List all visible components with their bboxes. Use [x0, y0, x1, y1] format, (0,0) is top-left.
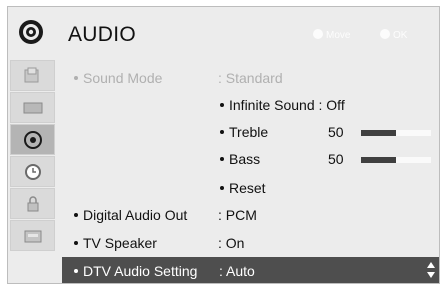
- menu-row-infinite-sound[interactable]: Infinite Sound : Off: [60, 93, 438, 115]
- sidebar-item-options[interactable]: [10, 220, 55, 251]
- bullet: [220, 130, 224, 134]
- bass-slider[interactable]: [361, 157, 431, 163]
- ok-hint-label: OK: [393, 30, 408, 41]
- digital-audio-out-value: : PCM: [218, 207, 257, 223]
- treble-value: 50: [328, 124, 344, 140]
- time-icon: [25, 164, 41, 180]
- sidebar-item-picture[interactable]: [10, 60, 55, 91]
- audio-icon: [24, 131, 42, 149]
- bullet: [74, 241, 78, 245]
- bullet: [74, 269, 78, 273]
- move-hint-label: Move: [326, 30, 351, 41]
- digital-audio-out-label-wrap: Digital Audio Out: [74, 207, 187, 223]
- infinite-sound-label: Infinite Sound : Off: [229, 97, 345, 113]
- sidebar-item-screen[interactable]: [10, 92, 55, 123]
- navigate-icon: [313, 29, 323, 39]
- bass-slider-fill: [361, 157, 396, 163]
- reset-label: Reset: [229, 180, 266, 196]
- sound-mode-value: : Standard: [218, 70, 283, 86]
- bullet: [220, 186, 224, 190]
- treble-label: Treble: [229, 124, 269, 140]
- menu-row-reset[interactable]: Reset: [60, 176, 438, 198]
- bullet: [220, 157, 224, 161]
- picture-icon: [24, 67, 39, 83]
- treble-label-wrap: Treble: [220, 124, 268, 140]
- bass-label: Bass: [229, 151, 261, 167]
- menu-row-treble[interactable]: Treble 50: [60, 120, 438, 142]
- settings-panel: AUDIO Move OK Sound Mode : Standard Infi…: [7, 6, 440, 284]
- sidebar-item-lock[interactable]: [10, 188, 55, 219]
- sound-mode-label-wrap: Sound Mode: [74, 70, 162, 86]
- header: AUDIO Move OK: [8, 7, 439, 55]
- screen-icon: [23, 102, 43, 114]
- sidebar-item-audio[interactable]: [10, 124, 55, 155]
- dtv-audio-setting-label-wrap: DTV Audio Setting: [74, 263, 197, 279]
- move-hint: Move: [313, 29, 350, 41]
- menu-row-bass[interactable]: Bass 50: [60, 147, 438, 169]
- dtv-audio-setting-label: DTV Audio Setting: [83, 263, 198, 279]
- menu-row-digital-audio-out[interactable]: Digital Audio Out : PCM: [60, 203, 438, 225]
- menu-row-dtv-audio-setting[interactable]: DTV Audio Setting : Auto: [62, 257, 439, 283]
- lock-icon: [27, 196, 39, 212]
- infinite-sound-label-wrap: Infinite Sound : Off: [220, 97, 345, 113]
- tv-speaker-value: : On: [218, 235, 245, 251]
- sound-mode-label: Sound Mode: [83, 70, 163, 86]
- options-icon: [24, 230, 42, 243]
- digital-audio-out-label: Digital Audio Out: [83, 207, 188, 223]
- dtv-audio-setting-value: : Auto: [219, 263, 255, 279]
- bass-value: 50: [328, 151, 344, 167]
- audio-menu: Sound Mode : Standard Infinite Sound : O…: [60, 60, 439, 283]
- treble-slider[interactable]: [361, 130, 431, 136]
- reset-label-wrap: Reset: [220, 180, 266, 196]
- treble-slider-fill: [361, 130, 396, 136]
- audio-speaker-icon: [19, 20, 43, 44]
- tv-speaker-label-wrap: TV Speaker: [74, 235, 157, 251]
- bullet: [74, 213, 78, 217]
- sidebar-item-time[interactable]: [10, 156, 55, 187]
- bullet: [74, 76, 78, 80]
- ok-hint: OK: [380, 29, 407, 41]
- ok-button-icon: [380, 29, 390, 39]
- up-down-arrows-icon[interactable]: [427, 262, 435, 278]
- bass-label-wrap: Bass: [220, 151, 260, 167]
- tv-speaker-label: TV Speaker: [83, 235, 157, 251]
- bullet: [220, 103, 224, 107]
- page-title: AUDIO: [68, 23, 137, 46]
- menu-row-sound-mode[interactable]: Sound Mode : Standard: [60, 66, 438, 88]
- menu-row-tv-speaker[interactable]: TV Speaker : On: [60, 231, 438, 253]
- category-sidebar: [10, 60, 55, 283]
